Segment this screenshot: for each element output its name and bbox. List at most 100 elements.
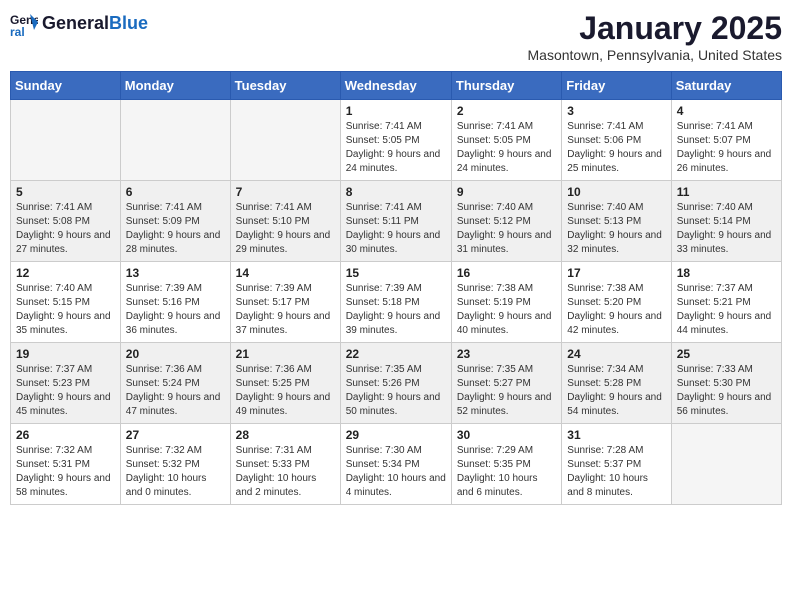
calendar-cell: 5 Sunrise: 7:41 AM Sunset: 5:08 PM Daylig…: [11, 181, 121, 262]
day-number: 27: [126, 428, 225, 442]
cell-content: Sunrise: 7:41 AM Sunset: 5:05 PM Dayligh…: [346, 120, 446, 176]
cell-content: Sunrise: 7:38 AM Sunset: 5:20 PM Dayligh…: [567, 282, 665, 338]
calendar-cell: 26 Sunrise: 7:32 AM Sunset: 5:31 PM Dayli…: [11, 424, 121, 505]
cell-content: Sunrise: 7:40 AM Sunset: 5:14 PM Dayligh…: [677, 201, 776, 257]
calendar-cell: 15Sunrise: 7:39 AM Sunset: 5:18 PM Dayli…: [340, 262, 451, 343]
cell-content: Sunrise: 7:28 AM Sunset: 5:37 PM Dayligh…: [567, 444, 665, 500]
header-monday: Monday: [120, 72, 230, 100]
calendar-cell: 7 Sunrise: 7:41 AM Sunset: 5:10 PM Daylig…: [230, 181, 340, 262]
calendar-cell: [671, 424, 781, 505]
day-number: 13: [126, 266, 225, 280]
svg-text:ral: ral: [10, 25, 25, 38]
cell-content: Sunrise: 7:31 AM Sunset: 5:33 PM Dayligh…: [236, 444, 335, 500]
calendar-cell: 16Sunrise: 7:38 AM Sunset: 5:19 PM Dayli…: [451, 262, 561, 343]
header-tuesday: Tuesday: [230, 72, 340, 100]
calendar-cell: 22Sunrise: 7:35 AM Sunset: 5:26 PM Dayli…: [340, 343, 451, 424]
day-number: 8: [346, 185, 446, 199]
calendar-cell: [11, 100, 121, 181]
day-number: 21: [236, 347, 335, 361]
calendar-cell: 13 Sunrise: 7:39 AM Sunset: 5:16 PM Dayli…: [120, 262, 230, 343]
cell-content: Sunrise: 7:38 AM Sunset: 5:19 PM Dayligh…: [457, 282, 556, 338]
calendar-cell: 11 Sunrise: 7:40 AM Sunset: 5:14 PM Dayli…: [671, 181, 781, 262]
calendar-subtitle: Masontown, Pennsylvania, United States: [528, 47, 782, 63]
cell-content: Sunrise: 7:39 AM Sunset: 5:16 PM Dayligh…: [126, 282, 225, 338]
logo-icon: Gene ral: [10, 10, 38, 38]
calendar-cell: 10 Sunrise: 7:40 AM Sunset: 5:13 PM Dayli…: [562, 181, 671, 262]
cell-content: Sunrise: 7:36 AM Sunset: 5:25 PM Dayligh…: [236, 363, 335, 419]
cell-content: Sunrise: 7:41 AM Sunset: 5:07 PM Dayligh…: [677, 120, 776, 176]
calendar-cell: 28 Sunrise: 7:31 AM Sunset: 5:33 PM Dayli…: [230, 424, 340, 505]
calendar-week-row: 1 Sunrise: 7:41 AM Sunset: 5:05 PM Daylig…: [11, 100, 782, 181]
day-number: 1: [346, 104, 446, 118]
calendar-cell: 14 Sunrise: 7:39 AM Sunset: 5:17 PM Dayli…: [230, 262, 340, 343]
cell-content: Sunrise: 7:40 AM Sunset: 5:15 PM Dayligh…: [16, 282, 115, 338]
header: Gene ral GeneralBlue January 2025 Masont…: [10, 10, 782, 63]
cell-content: Sunrise: 7:37 AM Sunset: 5:23 PM Dayligh…: [16, 363, 115, 419]
day-number: 26: [16, 428, 115, 442]
cell-content: Sunrise: 7:41 AM Sunset: 5:09 PM Dayligh…: [126, 201, 225, 257]
calendar-cell: 2Sunrise: 7:41 AM Sunset: 5:05 PM Daylig…: [451, 100, 561, 181]
day-number: 6: [126, 185, 225, 199]
day-number: 23: [457, 347, 556, 361]
calendar-title: January 2025: [528, 10, 782, 47]
calendar-cell: 29Sunrise: 7:30 AM Sunset: 5:34 PM Dayli…: [340, 424, 451, 505]
day-number: 11: [677, 185, 776, 199]
calendar-cell: 24Sunrise: 7:34 AM Sunset: 5:28 PM Dayli…: [562, 343, 671, 424]
calendar-week-row: 26 Sunrise: 7:32 AM Sunset: 5:31 PM Dayli…: [11, 424, 782, 505]
cell-content: Sunrise: 7:33 AM Sunset: 5:30 PM Dayligh…: [677, 363, 776, 419]
calendar-cell: 8 Sunrise: 7:41 AM Sunset: 5:11 PM Daylig…: [340, 181, 451, 262]
calendar-cell: 4 Sunrise: 7:41 AM Sunset: 5:07 PM Daylig…: [671, 100, 781, 181]
calendar-cell: [120, 100, 230, 181]
header-wednesday: Wednesday: [340, 72, 451, 100]
calendar-cell: [230, 100, 340, 181]
title-section: January 2025 Masontown, Pennsylvania, Un…: [528, 10, 782, 63]
day-number: 5: [16, 185, 115, 199]
day-number: 14: [236, 266, 335, 280]
cell-content: Sunrise: 7:36 AM Sunset: 5:24 PM Dayligh…: [126, 363, 225, 419]
cell-content: Sunrise: 7:40 AM Sunset: 5:12 PM Dayligh…: [457, 201, 556, 257]
cell-content: Sunrise: 7:32 AM Sunset: 5:32 PM Dayligh…: [126, 444, 225, 500]
cell-content: Sunrise: 7:41 AM Sunset: 5:06 PM Dayligh…: [567, 120, 665, 176]
day-number: 4: [677, 104, 776, 118]
day-number: 30: [457, 428, 556, 442]
logo: Gene ral GeneralBlue: [10, 10, 148, 38]
cell-content: Sunrise: 7:41 AM Sunset: 5:10 PM Dayligh…: [236, 201, 335, 257]
calendar-cell: 27 Sunrise: 7:32 AM Sunset: 5:32 PM Dayli…: [120, 424, 230, 505]
cell-content: Sunrise: 7:40 AM Sunset: 5:13 PM Dayligh…: [567, 201, 665, 257]
day-number: 12: [16, 266, 115, 280]
calendar-cell: 25Sunrise: 7:33 AM Sunset: 5:30 PM Dayli…: [671, 343, 781, 424]
calendar-header-row: SundayMondayTuesdayWednesdayThursdayFrid…: [11, 72, 782, 100]
calendar-cell: 3 Sunrise: 7:41 AM Sunset: 5:06 PM Daylig…: [562, 100, 671, 181]
day-number: 15: [346, 266, 446, 280]
cell-content: Sunrise: 7:37 AM Sunset: 5:21 PM Dayligh…: [677, 282, 776, 338]
day-number: 28: [236, 428, 335, 442]
calendar-cell: 19Sunrise: 7:37 AM Sunset: 5:23 PM Dayli…: [11, 343, 121, 424]
calendar-cell: 30 Sunrise: 7:29 AM Sunset: 5:35 PM Dayli…: [451, 424, 561, 505]
calendar-cell: 9 Sunrise: 7:40 AM Sunset: 5:12 PM Daylig…: [451, 181, 561, 262]
day-number: 24: [567, 347, 665, 361]
calendar-cell: 12 Sunrise: 7:40 AM Sunset: 5:15 PM Dayli…: [11, 262, 121, 343]
cell-content: Sunrise: 7:41 AM Sunset: 5:11 PM Dayligh…: [346, 201, 446, 257]
calendar-week-row: 19Sunrise: 7:37 AM Sunset: 5:23 PM Dayli…: [11, 343, 782, 424]
calendar-cell: 23Sunrise: 7:35 AM Sunset: 5:27 PM Dayli…: [451, 343, 561, 424]
header-friday: Friday: [562, 72, 671, 100]
cell-content: Sunrise: 7:41 AM Sunset: 5:08 PM Dayligh…: [16, 201, 115, 257]
calendar-week-row: 12 Sunrise: 7:40 AM Sunset: 5:15 PM Dayli…: [11, 262, 782, 343]
day-number: 7: [236, 185, 335, 199]
day-number: 3: [567, 104, 665, 118]
calendar-cell: 17 Sunrise: 7:38 AM Sunset: 5:20 PM Dayli…: [562, 262, 671, 343]
day-number: 9: [457, 185, 556, 199]
day-number: 22: [346, 347, 446, 361]
cell-content: Sunrise: 7:32 AM Sunset: 5:31 PM Dayligh…: [16, 444, 115, 500]
calendar-cell: 21 Sunrise: 7:36 AM Sunset: 5:25 PM Dayli…: [230, 343, 340, 424]
header-sunday: Sunday: [11, 72, 121, 100]
day-number: 10: [567, 185, 665, 199]
cell-content: Sunrise: 7:30 AM Sunset: 5:34 PM Dayligh…: [346, 444, 446, 500]
calendar-cell: 6 Sunrise: 7:41 AM Sunset: 5:09 PM Daylig…: [120, 181, 230, 262]
logo-text: GeneralBlue: [42, 14, 148, 34]
cell-content: Sunrise: 7:39 AM Sunset: 5:17 PM Dayligh…: [236, 282, 335, 338]
calendar-cell: 20Sunrise: 7:36 AM Sunset: 5:24 PM Dayli…: [120, 343, 230, 424]
day-number: 17: [567, 266, 665, 280]
calendar-cell: 18Sunrise: 7:37 AM Sunset: 5:21 PM Dayli…: [671, 262, 781, 343]
cell-content: Sunrise: 7:29 AM Sunset: 5:35 PM Dayligh…: [457, 444, 556, 500]
